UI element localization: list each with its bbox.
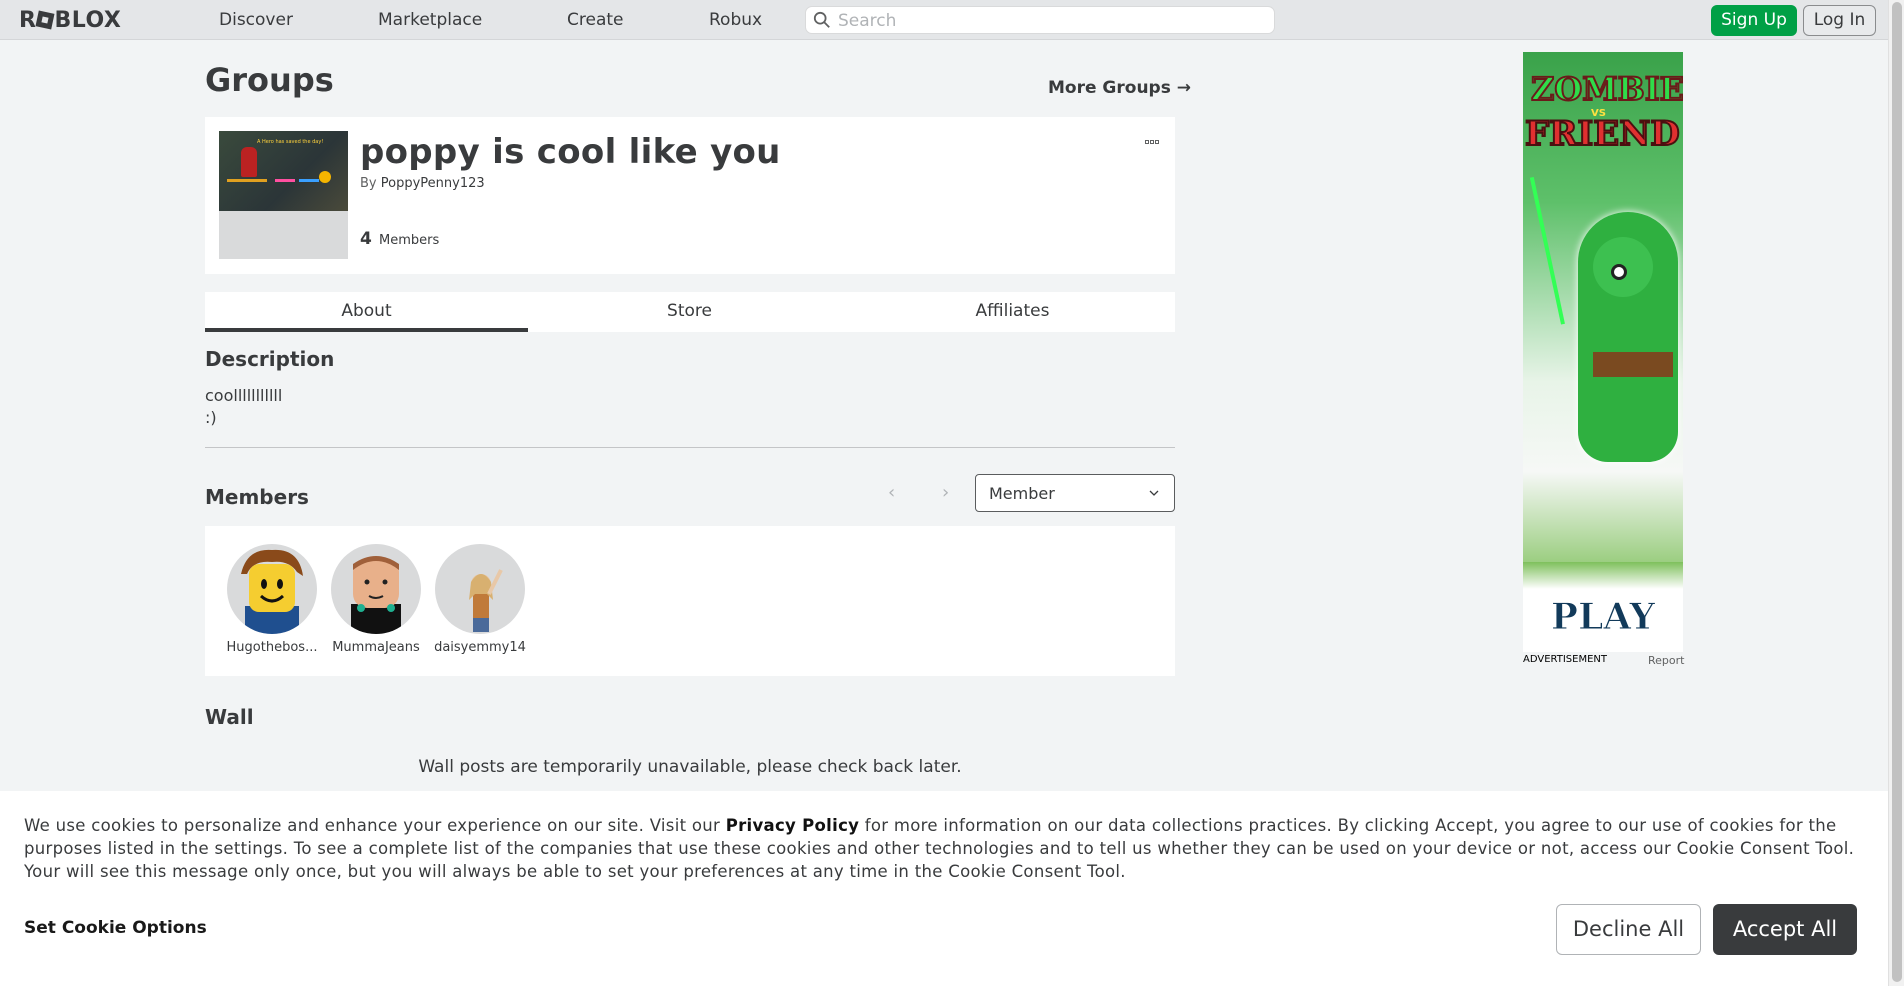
description-text: coolllllllllll :): [205, 386, 283, 427]
member-count-label: Members: [378, 233, 440, 248]
member-name[interactable]: MummaJeans: [330, 640, 422, 655]
group-owner: By PoppyPenny123: [360, 176, 485, 191]
member-count-number: 4: [360, 229, 372, 249]
emblem-caption: A Hero has saved the day!: [257, 139, 324, 145]
nav-create[interactable]: Create: [567, 10, 624, 30]
nav-discover[interactable]: Discover: [219, 10, 293, 30]
group-name: poppy is cool like you: [360, 132, 781, 172]
more-groups-link[interactable]: More Groups →: [1048, 78, 1191, 98]
search-input[interactable]: [838, 10, 1258, 32]
decline-all-button[interactable]: Decline All: [1556, 904, 1701, 955]
tab-about[interactable]: About: [205, 292, 528, 332]
advertisement-banner[interactable]: ZOMBIE VS FRIEND PLAY: [1523, 52, 1683, 652]
sign-up-button[interactable]: Sign Up: [1711, 5, 1797, 36]
emblem-bar: [227, 179, 267, 182]
avatar-image: [469, 569, 503, 632]
avatar[interactable]: [435, 544, 525, 634]
ad-zombie-eye: [1611, 264, 1627, 280]
advertisement-label: ADVERTISEMENT: [1523, 654, 1608, 665]
emblem-bar: [275, 179, 295, 182]
members-heading: Members: [205, 485, 309, 509]
by-label: By: [360, 176, 377, 191]
top-navbar: R BLOX Discover Marketplace Create Robux …: [0, 0, 1888, 40]
member-count: 4 Members: [360, 229, 439, 249]
owner-link[interactable]: PoppyPenny123: [381, 176, 485, 191]
chevron-right-icon[interactable]: ›: [942, 482, 949, 503]
member-card[interactable]: Hugothebos...: [226, 544, 318, 655]
member-card[interactable]: daisyemmy14: [434, 544, 526, 655]
ad-report-link[interactable]: Report: [1648, 654, 1684, 667]
page-scrollbar[interactable]: [1888, 0, 1904, 986]
chevron-left-icon[interactable]: ‹: [888, 482, 895, 503]
section-divider: [205, 447, 1175, 448]
ad-play-cta: PLAY: [1550, 596, 1656, 639]
cookie-message: We use cookies to personalize and enhanc…: [24, 814, 1864, 883]
chevron-down-icon: [1149, 490, 1159, 496]
privacy-policy-link[interactable]: Privacy Policy: [726, 816, 860, 835]
wall-heading: Wall: [205, 705, 254, 729]
member-name[interactable]: daisyemmy14: [434, 640, 526, 655]
role-dropdown-value: Member: [989, 484, 1055, 503]
page-title: Groups: [205, 61, 334, 99]
cookie-banner: We use cookies to personalize and enhanc…: [0, 791, 1888, 986]
ad-title-line1: ZOMBIE: [1530, 69, 1683, 109]
search-icon: [813, 11, 830, 28]
search-box[interactable]: [805, 6, 1275, 34]
role-dropdown[interactable]: Member: [975, 474, 1175, 512]
tab-store[interactable]: Store: [528, 292, 851, 332]
more-options-icon[interactable]: [1145, 129, 1165, 144]
roblox-logo[interactable]: R BLOX: [19, 8, 121, 33]
group-tabs: About Store Affiliates: [205, 292, 1175, 332]
avatar-image: [241, 549, 303, 634]
avatar[interactable]: [227, 544, 317, 634]
log-in-button[interactable]: Log In: [1803, 5, 1876, 36]
scroll-thumb[interactable]: [1892, 2, 1902, 982]
group-emblem: A Hero has saved the day!: [219, 131, 348, 259]
ad-zombie-belt: [1593, 352, 1673, 377]
nav-robux[interactable]: Robux: [709, 10, 762, 30]
avatar-image: [351, 556, 401, 634]
member-name[interactable]: Hugothebos...: [226, 640, 318, 655]
members-list: Hugothebos... MummaJeans daisyemmy14: [205, 526, 1175, 676]
ad-title-line2: FRIEND: [1524, 113, 1681, 155]
member-card[interactable]: MummaJeans: [330, 544, 422, 655]
emblem-image: A Hero has saved the day!: [219, 131, 348, 211]
avatar[interactable]: [331, 544, 421, 634]
tab-affiliates[interactable]: Affiliates: [851, 292, 1174, 332]
group-header-card: A Hero has saved the day! poppy is cool …: [205, 117, 1175, 274]
cookie-text-before: We use cookies to personalize and enhanc…: [24, 816, 726, 835]
emblem-figure: [241, 147, 257, 177]
emblem-star-icon: [319, 171, 331, 183]
nav-marketplace[interactable]: Marketplace: [378, 10, 482, 30]
wall-unavailable-message: Wall posts are temporarily unavailable, …: [418, 757, 962, 777]
set-cookie-options-button[interactable]: Set Cookie Options: [24, 918, 207, 938]
description-heading: Description: [205, 347, 335, 371]
accept-all-button[interactable]: Accept All: [1713, 904, 1857, 955]
emblem-bar: [299, 179, 319, 182]
